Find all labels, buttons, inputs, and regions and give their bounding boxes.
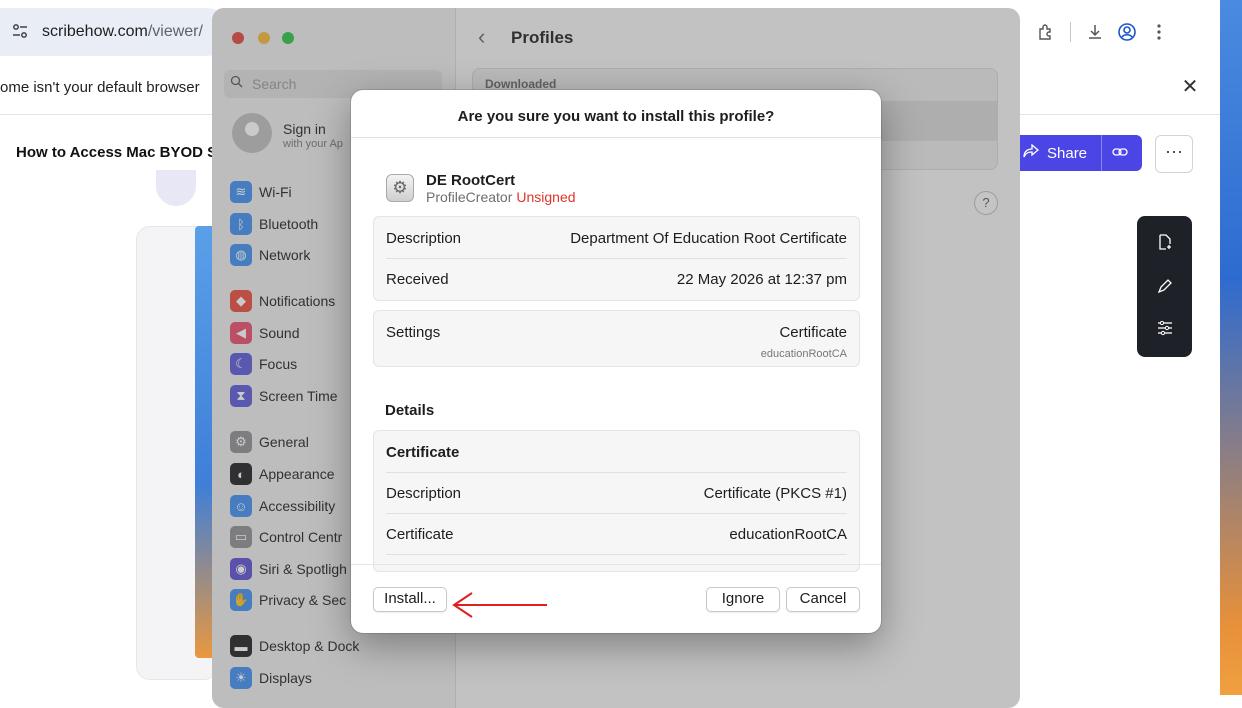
download-icon[interactable] bbox=[1079, 16, 1111, 48]
dialog-title: Are you sure you want to install this pr… bbox=[457, 108, 775, 125]
details-row-certificate: Certificate educationRootCA bbox=[386, 513, 847, 555]
details-box: Certificate Description Certificate (PKC… bbox=[373, 430, 860, 572]
row-value: 22 May 2026 at 12:37 pm bbox=[676, 271, 847, 288]
footer-divider bbox=[351, 564, 881, 565]
toolbar-divider bbox=[1070, 22, 1071, 42]
profile-source: ProfileCreator bbox=[426, 189, 513, 205]
browser-actions bbox=[1030, 16, 1175, 48]
row-value: Department Of Education Root Certificate bbox=[570, 230, 847, 247]
row-value: Certificate (PKCS #1) bbox=[703, 485, 847, 502]
install-button[interactable]: Install... bbox=[373, 587, 447, 612]
profile-name: DE RootCert bbox=[426, 172, 516, 189]
row-key: Description bbox=[386, 485, 462, 502]
unsigned-badge: Unsigned bbox=[516, 189, 576, 205]
profile-gear-icon: ⚙ bbox=[386, 174, 414, 202]
profile-icon[interactable] bbox=[1111, 16, 1143, 48]
details-heading: Details bbox=[385, 402, 435, 419]
link-icon[interactable] bbox=[1112, 145, 1128, 162]
row-key: Received bbox=[386, 271, 449, 288]
details-section-header: Certificate bbox=[386, 431, 847, 473]
row-key: Certificate bbox=[386, 526, 454, 543]
close-icon[interactable]: ✕ bbox=[1178, 74, 1202, 98]
settings-subvalue: educationRootCA bbox=[760, 348, 847, 360]
url-host: scribehow.com bbox=[42, 23, 148, 40]
info-row-description: Description Department Of Education Root… bbox=[386, 217, 847, 259]
cancel-button[interactable]: Cancel bbox=[786, 587, 860, 612]
sliders-icon[interactable] bbox=[1137, 320, 1192, 340]
infobar-text: ome isn't your default browser bbox=[0, 79, 200, 96]
url-path: /viewer/ bbox=[147, 23, 203, 40]
address-bar[interactable]: scribehow.com/viewer/ bbox=[0, 8, 230, 56]
row-value: Certificate bbox=[779, 324, 847, 341]
profile-source-line: ProfileCreator Unsigned bbox=[426, 189, 576, 205]
share-button[interactable]: Share bbox=[1013, 135, 1142, 171]
url-text: scribehow.com/viewer/ bbox=[42, 23, 203, 41]
dialog-divider bbox=[351, 137, 881, 138]
row-key: Settings bbox=[386, 324, 441, 341]
share-icon bbox=[1023, 143, 1040, 162]
profile-info-box: Description Department Of Education Root… bbox=[373, 216, 860, 301]
ignore-button[interactable]: Ignore bbox=[706, 587, 780, 612]
share-divider bbox=[1101, 135, 1103, 171]
settings-box: Settings Certificate educationRootCA bbox=[373, 310, 860, 367]
pen-icon[interactable] bbox=[1137, 278, 1192, 298]
add-page-icon[interactable] bbox=[1137, 234, 1192, 254]
editor-tools-panel bbox=[1137, 216, 1192, 357]
page-title: How to Access Mac BYOD S bbox=[16, 144, 218, 161]
section-title: Certificate bbox=[386, 444, 460, 461]
install-profile-dialog: Are you sure you want to install this pr… bbox=[351, 90, 881, 633]
desktop-wallpaper-edge bbox=[1220, 0, 1242, 695]
row-value: educationRootCA bbox=[729, 526, 847, 543]
settings-row: Settings Certificate bbox=[386, 311, 847, 352]
kebab-menu-icon[interactable] bbox=[1143, 16, 1175, 48]
share-label: Share bbox=[1047, 144, 1088, 162]
row-key: Description bbox=[386, 230, 462, 247]
details-row-description: Description Certificate (PKCS #1) bbox=[386, 472, 847, 514]
site-info-icon[interactable] bbox=[12, 23, 30, 41]
more-options-button[interactable]: ··· bbox=[1155, 135, 1193, 173]
annotation-arrow-icon bbox=[452, 592, 547, 618]
info-row-received: Received 22 May 2026 at 12:37 pm bbox=[386, 258, 847, 299]
extensions-icon[interactable] bbox=[1030, 16, 1062, 48]
